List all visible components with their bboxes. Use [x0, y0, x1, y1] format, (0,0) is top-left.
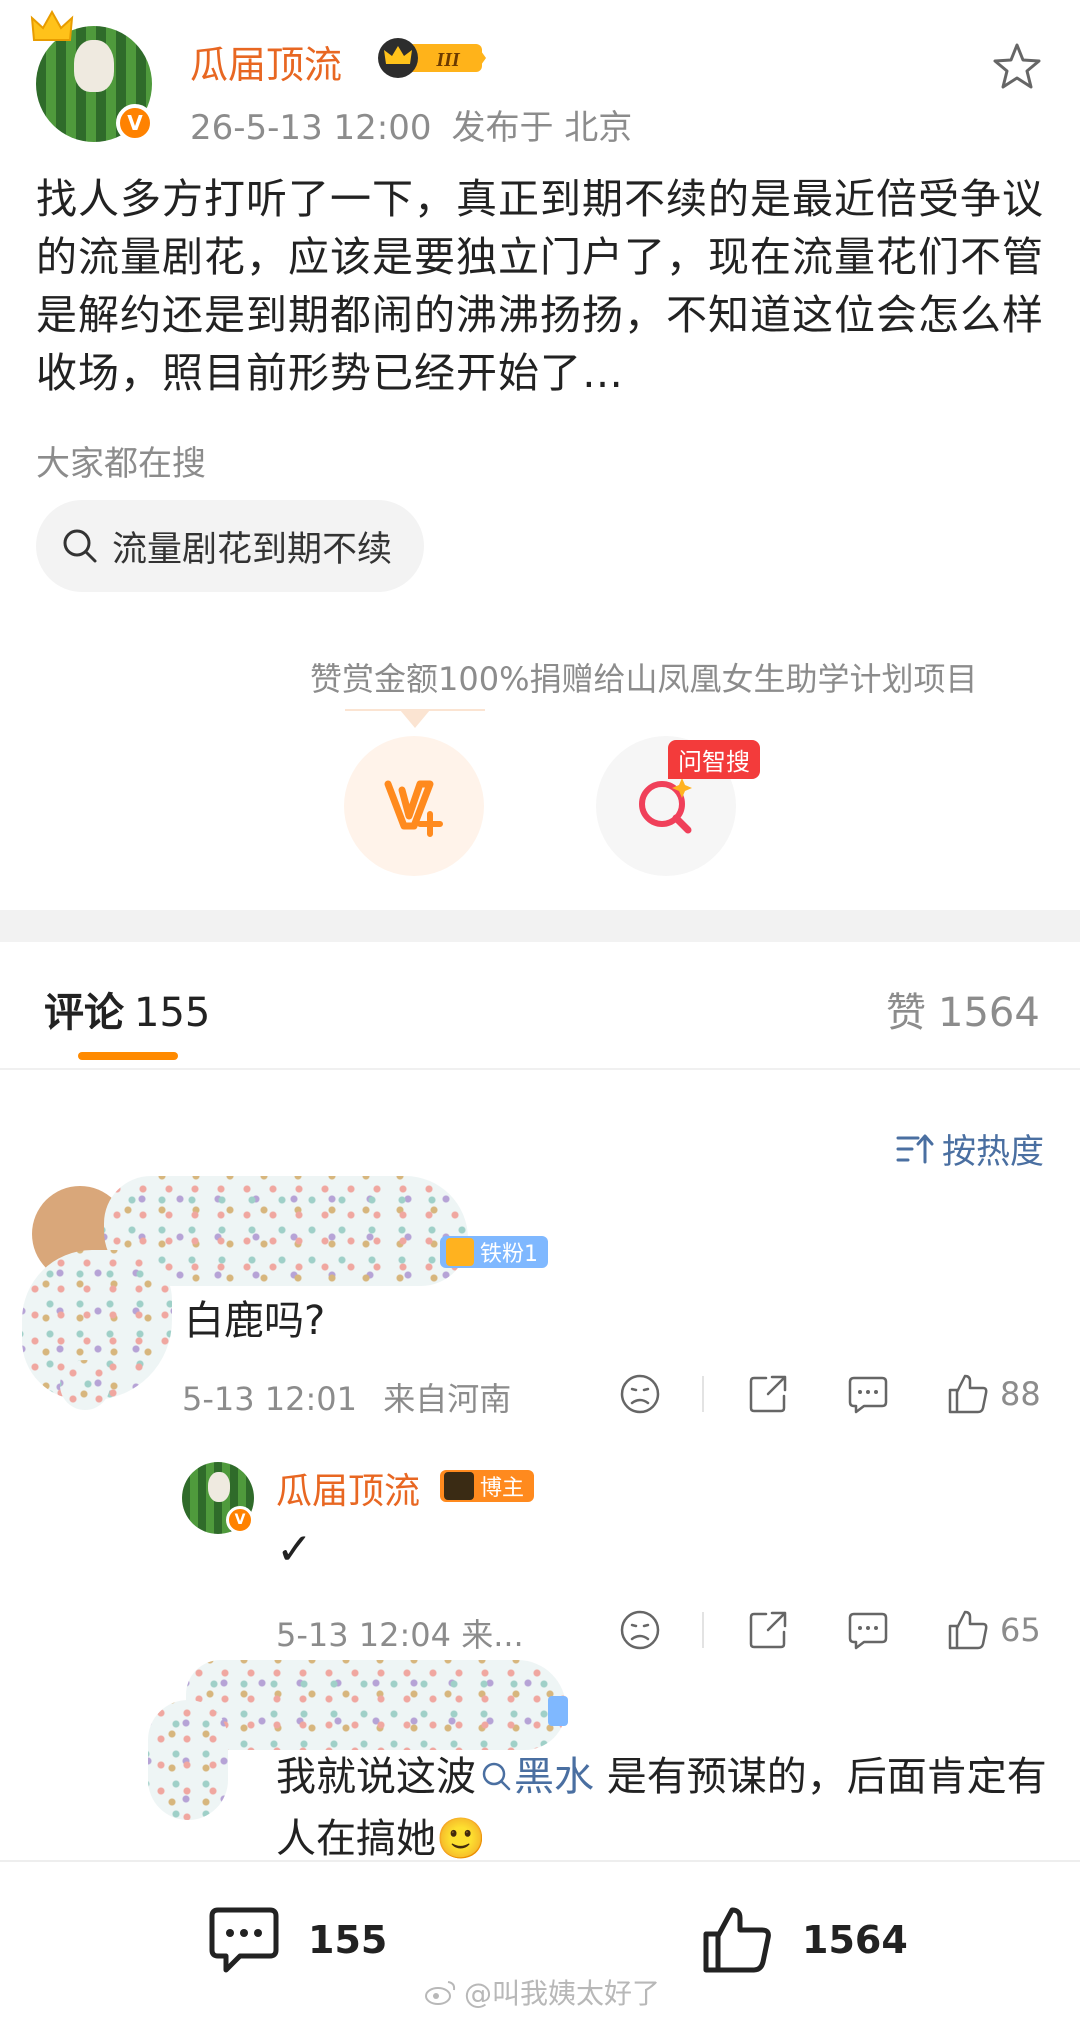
level-text: III — [435, 49, 461, 71]
watermark-text: @叫我姨太好了 — [464, 1977, 661, 2010]
comment-bubble-icon — [209, 1907, 279, 1973]
comment-actions: 88 — [618, 1372, 1041, 1416]
dislike-face-icon[interactable] — [618, 1608, 662, 1652]
comment-text: 白鹿吗? — [184, 1298, 326, 1344]
post-meta: 26-5-13 12:00 发布于 北京 — [190, 100, 632, 149]
like-count: 88 — [1000, 1375, 1041, 1413]
post-time: 26-5-13 12:00 — [190, 108, 432, 148]
watermark: @叫我姨太好了 — [424, 1972, 660, 2012]
bottom-comment-count: 155 — [308, 1918, 388, 1962]
bottom-like-count: 1564 — [802, 1918, 908, 1962]
share-icon[interactable] — [746, 1372, 790, 1416]
fan-badge-icon — [446, 1238, 474, 1266]
topic-search-icon — [482, 1762, 511, 1791]
active-tab-indicator — [78, 1052, 178, 1060]
sort-button[interactable]: 按热度 — [896, 1124, 1044, 1173]
fan-badge-label: 铁粉1 — [480, 1242, 538, 1267]
like-thumb-icon — [703, 1907, 771, 1973]
comment-text: 我就说这波 黑水 是有预谋的，后面肯定有人在搞她🙂 — [276, 1746, 1056, 1870]
hot-search-title: 大家都在搜 — [36, 444, 206, 484]
privacy-mask — [148, 1700, 228, 1820]
like-thumb-icon[interactable] — [946, 1608, 990, 1652]
reward-button[interactable] — [344, 736, 484, 876]
ask-smart-search-tag: 问智搜 — [668, 740, 760, 779]
verified-badge-icon: V — [116, 104, 154, 142]
reply-comment-icon[interactable] — [846, 1372, 890, 1416]
reward-v-plus-icon — [384, 780, 443, 837]
section-divider — [0, 910, 1080, 942]
post-location: 发布于 北京 — [451, 108, 633, 148]
host-badge: 博主 — [440, 1470, 535, 1502]
like-count: 65 — [1000, 1611, 1041, 1649]
tab-comments[interactable]: 评论 155 — [44, 980, 210, 1038]
bottom-like-button[interactable]: 1564 — [700, 1904, 908, 1976]
bottom-comment-button[interactable]: 155 — [206, 1904, 387, 1976]
reply-comment-icon[interactable] — [846, 1608, 890, 1652]
privacy-mask — [186, 1660, 566, 1750]
tabs-divider — [0, 1068, 1080, 1070]
tab-comments-label: 评论 — [44, 990, 124, 1036]
reward-note: 赞赏金额100%捐赠给山凤凰女生助学计划项目 — [310, 660, 978, 698]
tab-likes[interactable]: 赞 1564 — [886, 980, 1040, 1038]
reply-meta: 5-13 12:04 来... — [276, 1616, 524, 1654]
author-name[interactable]: 瓜届顶流 — [190, 34, 342, 89]
sort-label: 按热度 — [942, 1132, 1044, 1172]
reply-author-name[interactable]: 瓜届顶流 — [276, 1462, 420, 1514]
tab-comments-count: 155 — [134, 990, 211, 1036]
crown-icon — [30, 10, 74, 41]
weibo-logo-icon — [425, 1981, 456, 2005]
fan-badge: 铁粉1 — [440, 1236, 548, 1268]
search-icon — [63, 529, 97, 563]
comment-meta: 5-13 12:01 来自河南 — [182, 1374, 511, 1420]
smart-search-icon — [639, 778, 692, 834]
share-icon[interactable] — [746, 1608, 790, 1652]
comment-text-before: 我就说这波 — [276, 1754, 476, 1800]
fan-badge — [548, 1696, 568, 1726]
action-separator — [702, 1612, 704, 1648]
host-badge-icon — [444, 1472, 474, 1500]
verified-badge-icon: V — [226, 1506, 254, 1534]
dislike-face-icon[interactable] — [618, 1372, 662, 1416]
action-separator — [702, 1376, 704, 1412]
comment-time: 5-13 12:01 — [182, 1380, 358, 1418]
reply-text: ✓ — [276, 1524, 313, 1575]
level-badge-icon: III — [378, 38, 486, 78]
post-body: 找人多方打听了一下，真正到期不续的是最近倍受争议的流量剧花，应该是要独立门户了，… — [36, 175, 1044, 397]
hot-search-query: 流量剧花到期不续 — [112, 529, 393, 570]
reply-actions: 65 — [618, 1608, 1041, 1652]
hot-search-chip[interactable]: 流量剧花到期不续 — [36, 500, 425, 592]
sort-icon — [896, 1134, 934, 1163]
tab-likes-count: 1564 — [938, 990, 1040, 1036]
tab-likes-label: 赞 — [886, 990, 926, 1036]
comment-location: 来自河南 — [383, 1380, 512, 1418]
reward-pointer — [345, 709, 485, 728]
favorite-star-icon[interactable] — [990, 40, 1044, 94]
host-badge-label: 博主 — [480, 1476, 525, 1501]
privacy-mask — [60, 1360, 110, 1410]
like-thumb-icon[interactable] — [946, 1372, 990, 1416]
topic-link[interactable]: 黑水 — [514, 1754, 594, 1800]
